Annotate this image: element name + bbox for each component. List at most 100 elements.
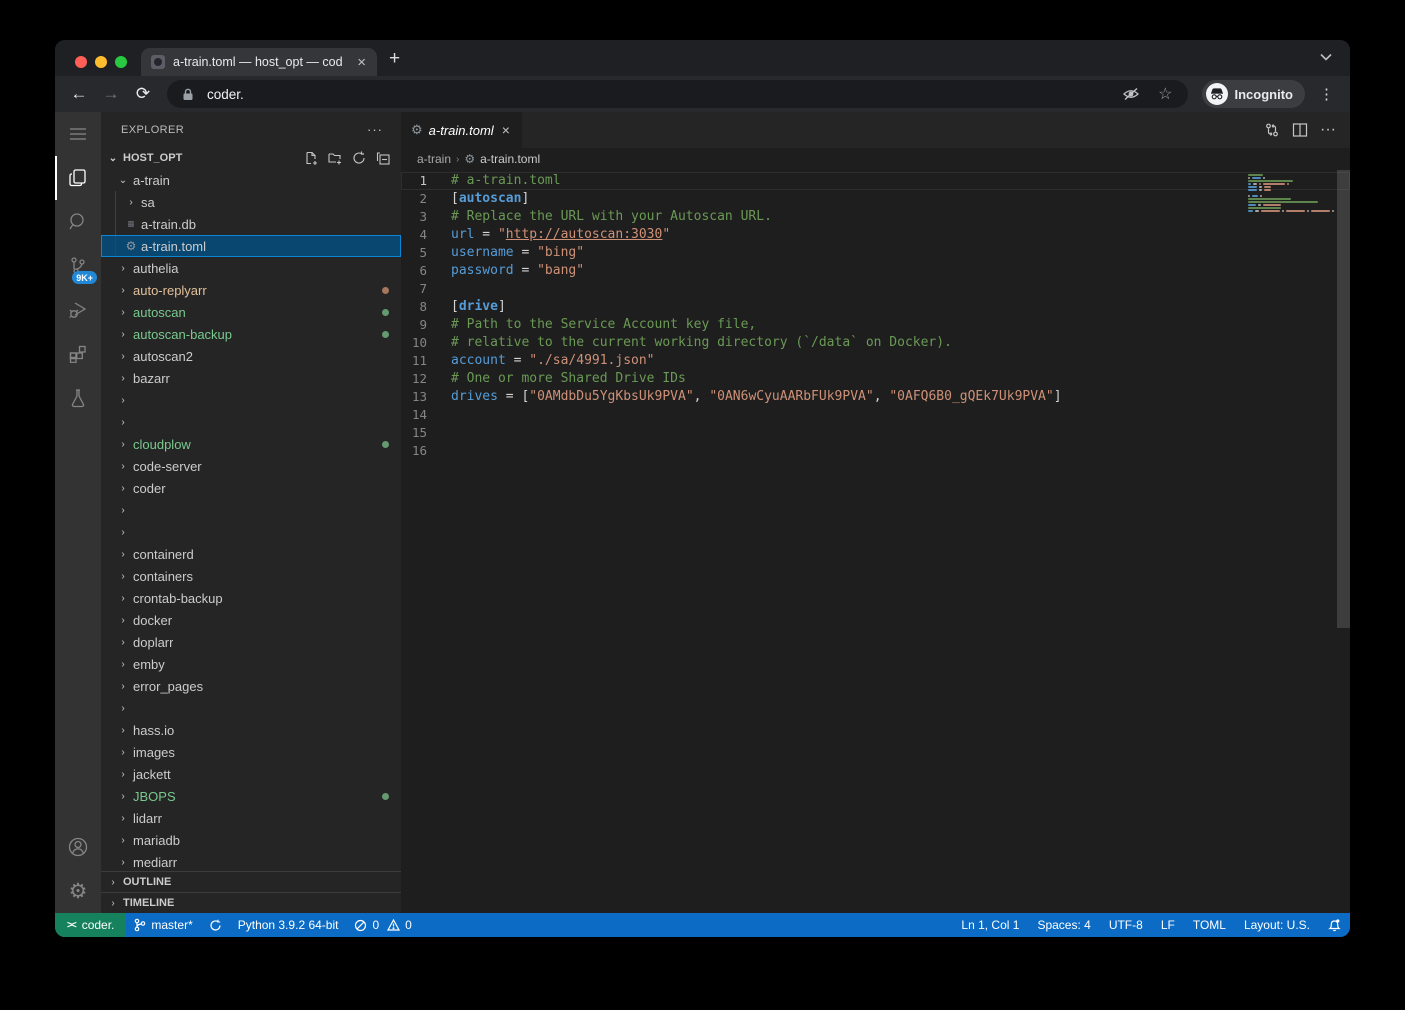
minimize-window-button[interactable] (95, 56, 107, 68)
eye-off-icon[interactable] (1117, 87, 1145, 101)
tree-item-authelia[interactable]: ›authelia (101, 257, 401, 279)
timeline-section-header[interactable]: › TIMELINE (101, 892, 401, 913)
tree-item-mediarr[interactable]: ›mediarr (101, 851, 401, 871)
eol-item[interactable]: LF (1152, 913, 1184, 937)
tree-item-auto-replyarr[interactable]: ›auto-replyarr (101, 279, 401, 301)
tree-item[interactable]: › (101, 521, 401, 543)
open-changes-icon[interactable] (1264, 122, 1280, 138)
language-mode-item[interactable]: TOML (1184, 913, 1235, 937)
code-line-1[interactable]: 1# a-train.toml (401, 172, 1350, 190)
tree-item-lidarr[interactable]: ›lidarr (101, 807, 401, 829)
tree-item-coder[interactable]: ›coder (101, 477, 401, 499)
code-line-5[interactable]: 5username = "bing" (401, 244, 1350, 262)
settings-gear-icon[interactable]: ⚙ (55, 869, 101, 913)
code-line-6[interactable]: 6password = "bang" (401, 262, 1350, 280)
code-line-15[interactable]: 15 (401, 424, 1350, 442)
new-file-icon[interactable] (301, 148, 321, 168)
reload-button[interactable]: ⟳ (129, 80, 157, 108)
breadcrumb-file[interactable]: a-train.toml (480, 152, 540, 166)
code-editor[interactable]: 1# a-train.toml2[autoscan]3# Replace the… (401, 170, 1350, 913)
browser-menu-button[interactable]: ⋮ (1313, 85, 1340, 103)
tree-item-a-train.db[interactable]: ≡a-train.db (101, 213, 401, 235)
tree-item[interactable]: › (101, 499, 401, 521)
new-tab-button[interactable]: + (377, 48, 412, 76)
address-bar[interactable]: coder. ☆ (167, 80, 1188, 108)
editor-tab-close-icon[interactable]: × (500, 122, 512, 138)
minimap[interactable] (1248, 174, 1334, 222)
tree-item[interactable]: › (101, 411, 401, 433)
tree-item-cloudplow[interactable]: ›cloudplow (101, 433, 401, 455)
tree-item-autoscan2[interactable]: ›autoscan2 (101, 345, 401, 367)
close-window-button[interactable] (75, 56, 87, 68)
source-control-icon[interactable]: 9K+ (55, 244, 101, 288)
explorer-more-actions-icon[interactable]: ··· (367, 122, 383, 137)
keyboard-layout-item[interactable]: Layout: U.S. (1235, 913, 1319, 937)
git-branch-item[interactable]: master* (126, 913, 200, 937)
breadcrumb-folder[interactable]: a-train (417, 152, 451, 166)
tree-item-a-train.toml[interactable]: ⚙a-train.toml (101, 235, 401, 257)
tree-item-hass.io[interactable]: ›hass.io (101, 719, 401, 741)
tab-close-icon[interactable]: × (354, 54, 369, 71)
editor-scrollbar[interactable] (1337, 170, 1350, 628)
tree-item-containers[interactable]: ›containers (101, 565, 401, 587)
tree-item-crontab-backup[interactable]: ›crontab-backup (101, 587, 401, 609)
workspace-section-header[interactable]: ⌄ HOST_OPT (101, 147, 401, 169)
new-folder-icon[interactable] (325, 148, 345, 168)
tree-item-bazarr[interactable]: ›bazarr (101, 367, 401, 389)
tree-item-sa[interactable]: ›sa (101, 191, 401, 213)
zoom-window-button[interactable] (115, 56, 127, 68)
refresh-icon[interactable] (349, 148, 369, 168)
code-line-13[interactable]: 13drives = ["0AMdbDu5YgKbsUk9PVA", "0AN6… (401, 388, 1350, 406)
tree-item-doplarr[interactable]: ›doplarr (101, 631, 401, 653)
extensions-icon[interactable] (55, 332, 101, 376)
explorer-icon[interactable] (55, 156, 101, 200)
python-version-item[interactable]: Python 3.9.2 64-bit (230, 913, 347, 937)
lock-icon[interactable] (177, 88, 199, 101)
tree-item-code-server[interactable]: ›code-server (101, 455, 401, 477)
outline-section-header[interactable]: › OUTLINE (101, 871, 401, 892)
code-line-11[interactable]: 11account = "./sa/4991.json" (401, 352, 1350, 370)
code-line-3[interactable]: 3# Replace the URL with your Autoscan UR… (401, 208, 1350, 226)
url-text[interactable]: coder. (207, 87, 1109, 102)
run-debug-icon[interactable] (55, 288, 101, 332)
tree-item[interactable]: › (101, 389, 401, 411)
tree-item-a-train[interactable]: ⌄a-train (101, 169, 401, 191)
remote-indicator[interactable]: >< coder. (55, 913, 126, 937)
notifications-bell-icon[interactable] (1319, 913, 1350, 937)
tree-item-docker[interactable]: ›docker (101, 609, 401, 631)
tree-item-emby[interactable]: ›emby (101, 653, 401, 675)
tree-item-autoscan[interactable]: ›autoscan (101, 301, 401, 323)
code-line-9[interactable]: 9# Path to the Service Account key file, (401, 316, 1350, 334)
tree-item-autoscan-backup[interactable]: ›autoscan-backup (101, 323, 401, 345)
indentation-item[interactable]: Spaces: 4 (1028, 913, 1099, 937)
tree-item-error_pages[interactable]: ›error_pages (101, 675, 401, 697)
sync-changes-item[interactable] (201, 913, 230, 937)
tree-item-images[interactable]: ›images (101, 741, 401, 763)
search-icon[interactable] (55, 200, 101, 244)
code-line-4[interactable]: 4url = "http://autoscan:3030" (401, 226, 1350, 244)
menu-hamburger-icon[interactable] (55, 112, 101, 156)
bookmark-star-icon[interactable]: ☆ (1153, 84, 1177, 104)
code-line-16[interactable]: 16 (401, 442, 1350, 460)
tree-item-mariadb[interactable]: ›mariadb (101, 829, 401, 851)
collapse-all-icon[interactable] (373, 148, 393, 168)
split-editor-icon[interactable] (1292, 122, 1308, 138)
code-line-7[interactable]: 7 (401, 280, 1350, 298)
back-button[interactable]: ← (65, 80, 93, 108)
editor-tab[interactable]: ⚙ a-train.toml × (401, 112, 522, 148)
code-line-2[interactable]: 2[autoscan] (401, 190, 1350, 208)
testing-icon[interactable] (55, 376, 101, 420)
code-line-8[interactable]: 8[drive] (401, 298, 1350, 316)
tab-search-chevron-icon[interactable] (1320, 48, 1350, 76)
tree-item[interactable]: › (101, 697, 401, 719)
encoding-item[interactable]: UTF-8 (1100, 913, 1152, 937)
browser-tab[interactable]: a-train.toml — host_opt — cod × (141, 48, 377, 76)
editor-more-actions-icon[interactable]: ··· (1320, 121, 1336, 139)
account-icon[interactable] (55, 825, 101, 869)
code-line-14[interactable]: 14 (401, 406, 1350, 424)
tree-item-containerd[interactable]: ›containerd (101, 543, 401, 565)
problems-item[interactable]: 0 0 (346, 913, 419, 937)
cursor-position-item[interactable]: Ln 1, Col 1 (952, 913, 1028, 937)
code-line-12[interactable]: 12# One or more Shared Drive IDs (401, 370, 1350, 388)
tree-item-JBOPS[interactable]: ›JBOPS (101, 785, 401, 807)
